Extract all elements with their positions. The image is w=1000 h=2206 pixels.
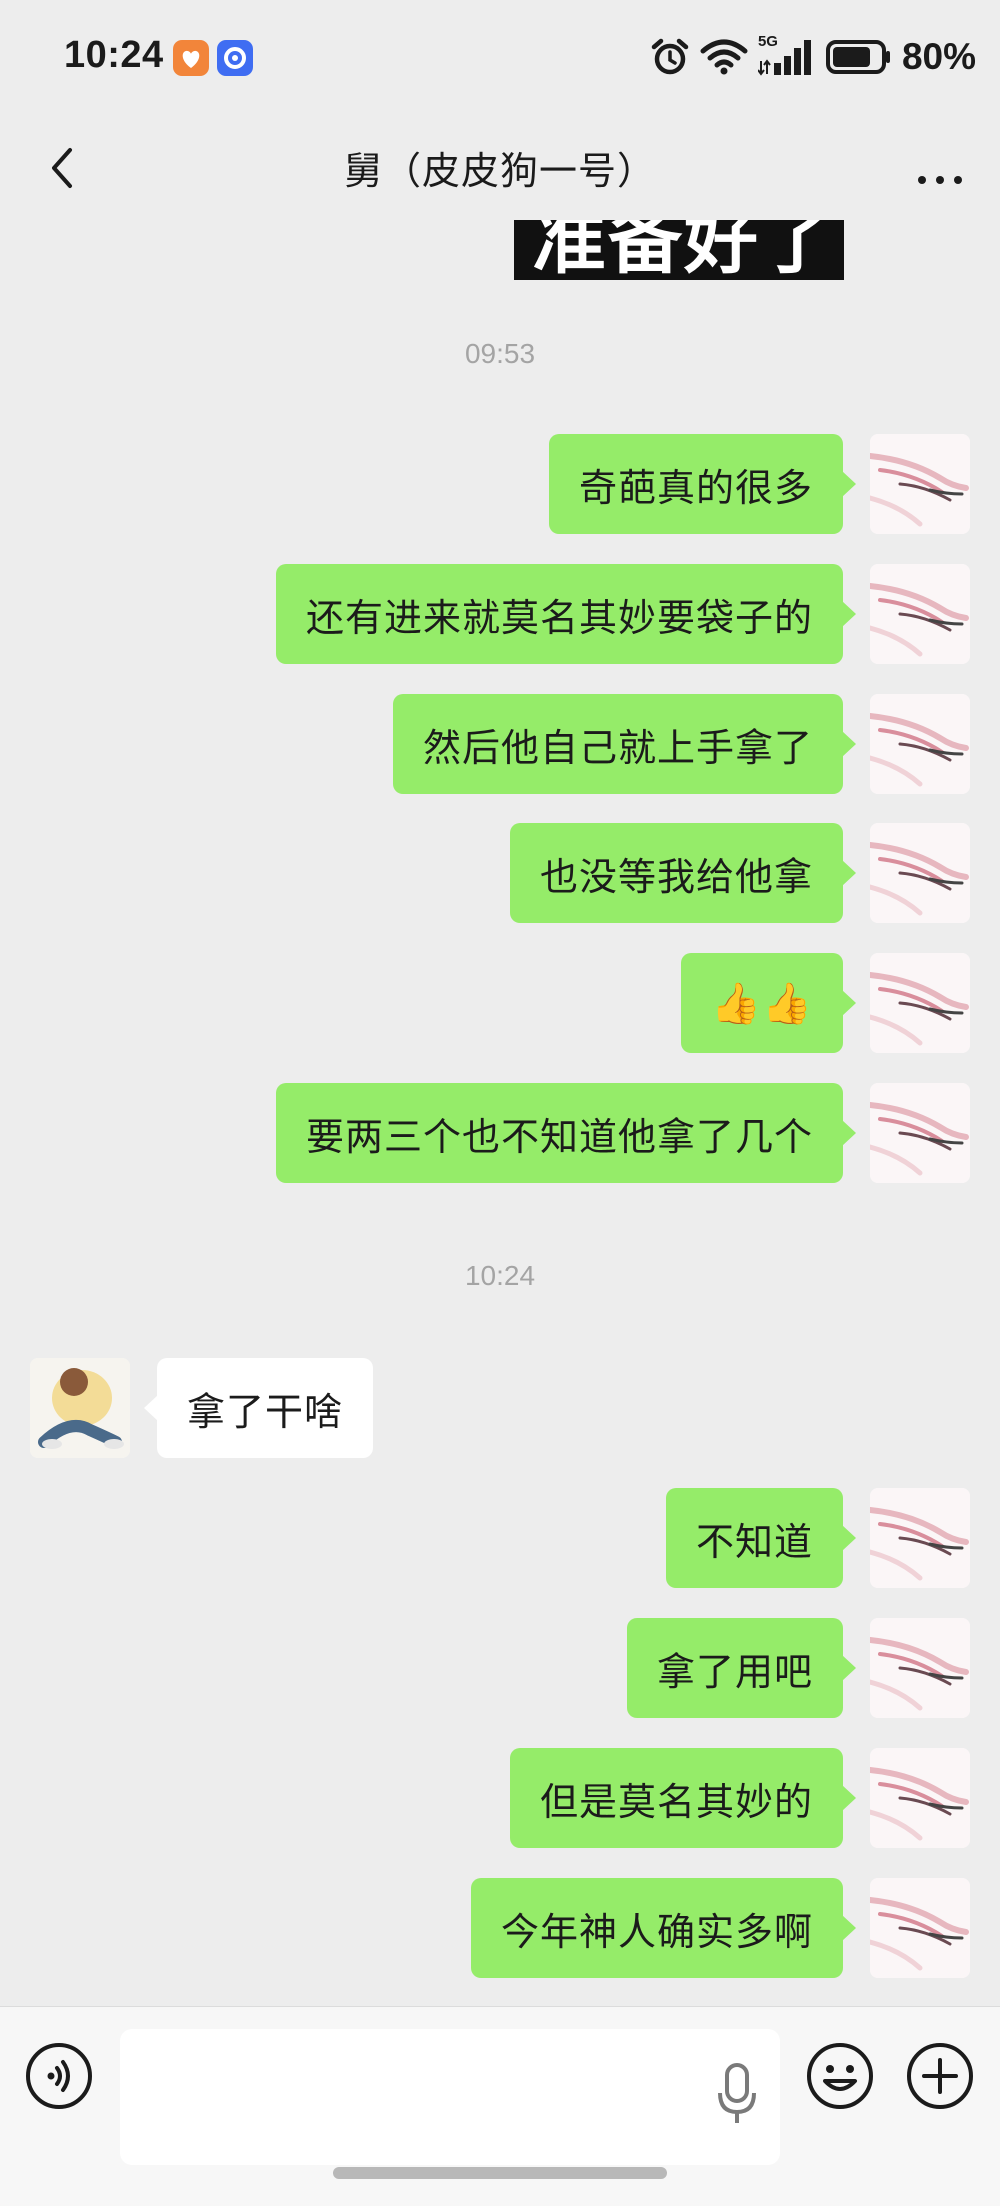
home-indicator[interactable] bbox=[333, 2167, 667, 2179]
emoji-button[interactable] bbox=[805, 2041, 875, 2111]
my-avatar[interactable] bbox=[870, 564, 970, 664]
status-bar: 10:24 5G 80% bbox=[0, 0, 1000, 118]
contact-message-bubble[interactable]: 拿了干啥 bbox=[143, 1358, 374, 1458]
app-badge-heart-icon bbox=[173, 40, 209, 76]
my-message-bubble[interactable]: 也没等我给他拿 bbox=[509, 823, 857, 923]
my-message-bubble[interactable]: 拿了用吧 bbox=[626, 1618, 857, 1718]
alarm-icon bbox=[651, 38, 689, 75]
message-text: 但是莫名其妙的 bbox=[539, 1779, 813, 1824]
message-row: 拿了干啥 bbox=[0, 1358, 1000, 1458]
my-avatar[interactable] bbox=[870, 1878, 970, 1978]
my-message-bubble[interactable]: 不知道 bbox=[665, 1488, 857, 1588]
my-avatar[interactable] bbox=[870, 1488, 970, 1588]
battery-icon bbox=[825, 40, 890, 74]
my-message-bubble[interactable]: 还有进来就莫名其妙要袋子的 bbox=[275, 564, 857, 664]
message-text: 今年神人确实多啊 bbox=[500, 1909, 813, 1954]
more-icon bbox=[918, 176, 962, 184]
message-text: 也没等我给他拿 bbox=[539, 854, 813, 899]
my-avatar[interactable] bbox=[870, 1748, 970, 1848]
chat-title: 舅（皮皮狗一号） bbox=[343, 149, 656, 193]
signal-icon: 5G bbox=[757, 33, 816, 77]
message-text: 还有进来就莫名其妙要袋子的 bbox=[305, 595, 813, 640]
my-message-bubble[interactable]: 奇葩真的很多 bbox=[548, 434, 857, 534]
my-message-bubble[interactable]: 但是莫名其妙的 bbox=[509, 1748, 857, 1848]
message-row: 👍👍 bbox=[0, 953, 1000, 1053]
emoji-icon bbox=[807, 2043, 873, 2109]
message-row: 今年神人确实多啊 bbox=[0, 1878, 1000, 1978]
my-avatar[interactable] bbox=[870, 1618, 970, 1718]
message-input[interactable] bbox=[120, 2029, 780, 2165]
message-row: 不知道 bbox=[0, 1488, 1000, 1588]
my-message-bubble[interactable]: 👍👍 bbox=[681, 953, 856, 1053]
message-row: 要两三个也不知道他拿了几个 bbox=[0, 1083, 1000, 1183]
message-row: 还有进来就莫名其妙要袋子的 bbox=[0, 564, 1000, 664]
my-message-bubble[interactable]: 然后他自己就上手拿了 bbox=[392, 694, 857, 794]
chat-header: 舅（皮皮狗一号） bbox=[0, 118, 1000, 220]
message-row: 也没等我给他拿 bbox=[0, 823, 1000, 923]
mic-icon bbox=[718, 2063, 756, 2123]
message-text: 奇葩真的很多 bbox=[578, 465, 813, 510]
timestamp: 09:53 bbox=[464, 338, 536, 369]
more-button[interactable] bbox=[904, 138, 976, 198]
message-row: 奇葩真的很多 bbox=[0, 434, 1000, 534]
app-badge-gear-icon bbox=[217, 40, 253, 76]
plus-button[interactable] bbox=[905, 2041, 975, 2111]
my-message-bubble[interactable]: 要两三个也不知道他拿了几个 bbox=[275, 1083, 857, 1183]
message-text: 然后他自己就上手拿了 bbox=[422, 725, 813, 770]
contact-avatar[interactable] bbox=[30, 1358, 130, 1458]
my-avatar[interactable] bbox=[870, 434, 970, 534]
message-text: 不知道 bbox=[695, 1519, 813, 1564]
my-avatar[interactable] bbox=[870, 953, 970, 1053]
message-text: 拿了用吧 bbox=[656, 1649, 813, 1694]
my-avatar[interactable] bbox=[870, 694, 970, 794]
message-text: 拿了干啥 bbox=[187, 1389, 344, 1434]
status-time: 10:24 bbox=[64, 34, 164, 76]
message-list[interactable]: 准备好了 09:53 奇葩真的很多还有进来就莫名其妙要袋子的然后他自己就上手拿了也… bbox=[0, 220, 1000, 2006]
message-row: 但是莫名其妙的 bbox=[0, 1748, 1000, 1848]
battery-percent: 80% bbox=[901, 36, 976, 77]
message-text: 要两三个也不知道他拿了几个 bbox=[305, 1114, 813, 1159]
status-icons: 5G 80% bbox=[650, 32, 976, 82]
mic-button[interactable] bbox=[712, 2057, 762, 2133]
plus-icon bbox=[907, 2043, 973, 2109]
my-avatar[interactable] bbox=[870, 1083, 970, 1183]
sticker-image[interactable]: 准备好了 bbox=[514, 220, 844, 280]
message-row: 然后他自己就上手拿了 bbox=[0, 694, 1000, 794]
voice-icon bbox=[26, 2043, 92, 2109]
message-text: 👍👍 bbox=[711, 980, 813, 1027]
message-row: 拿了用吧 bbox=[0, 1618, 1000, 1718]
voice-button[interactable] bbox=[24, 2041, 94, 2111]
wifi-icon bbox=[700, 39, 748, 75]
sticker-text: 准备好了 bbox=[532, 220, 836, 280]
timestamp: 10:24 bbox=[464, 1260, 536, 1291]
my-avatar[interactable] bbox=[870, 823, 970, 923]
my-message-bubble[interactable]: 今年神人确实多啊 bbox=[470, 1878, 857, 1978]
